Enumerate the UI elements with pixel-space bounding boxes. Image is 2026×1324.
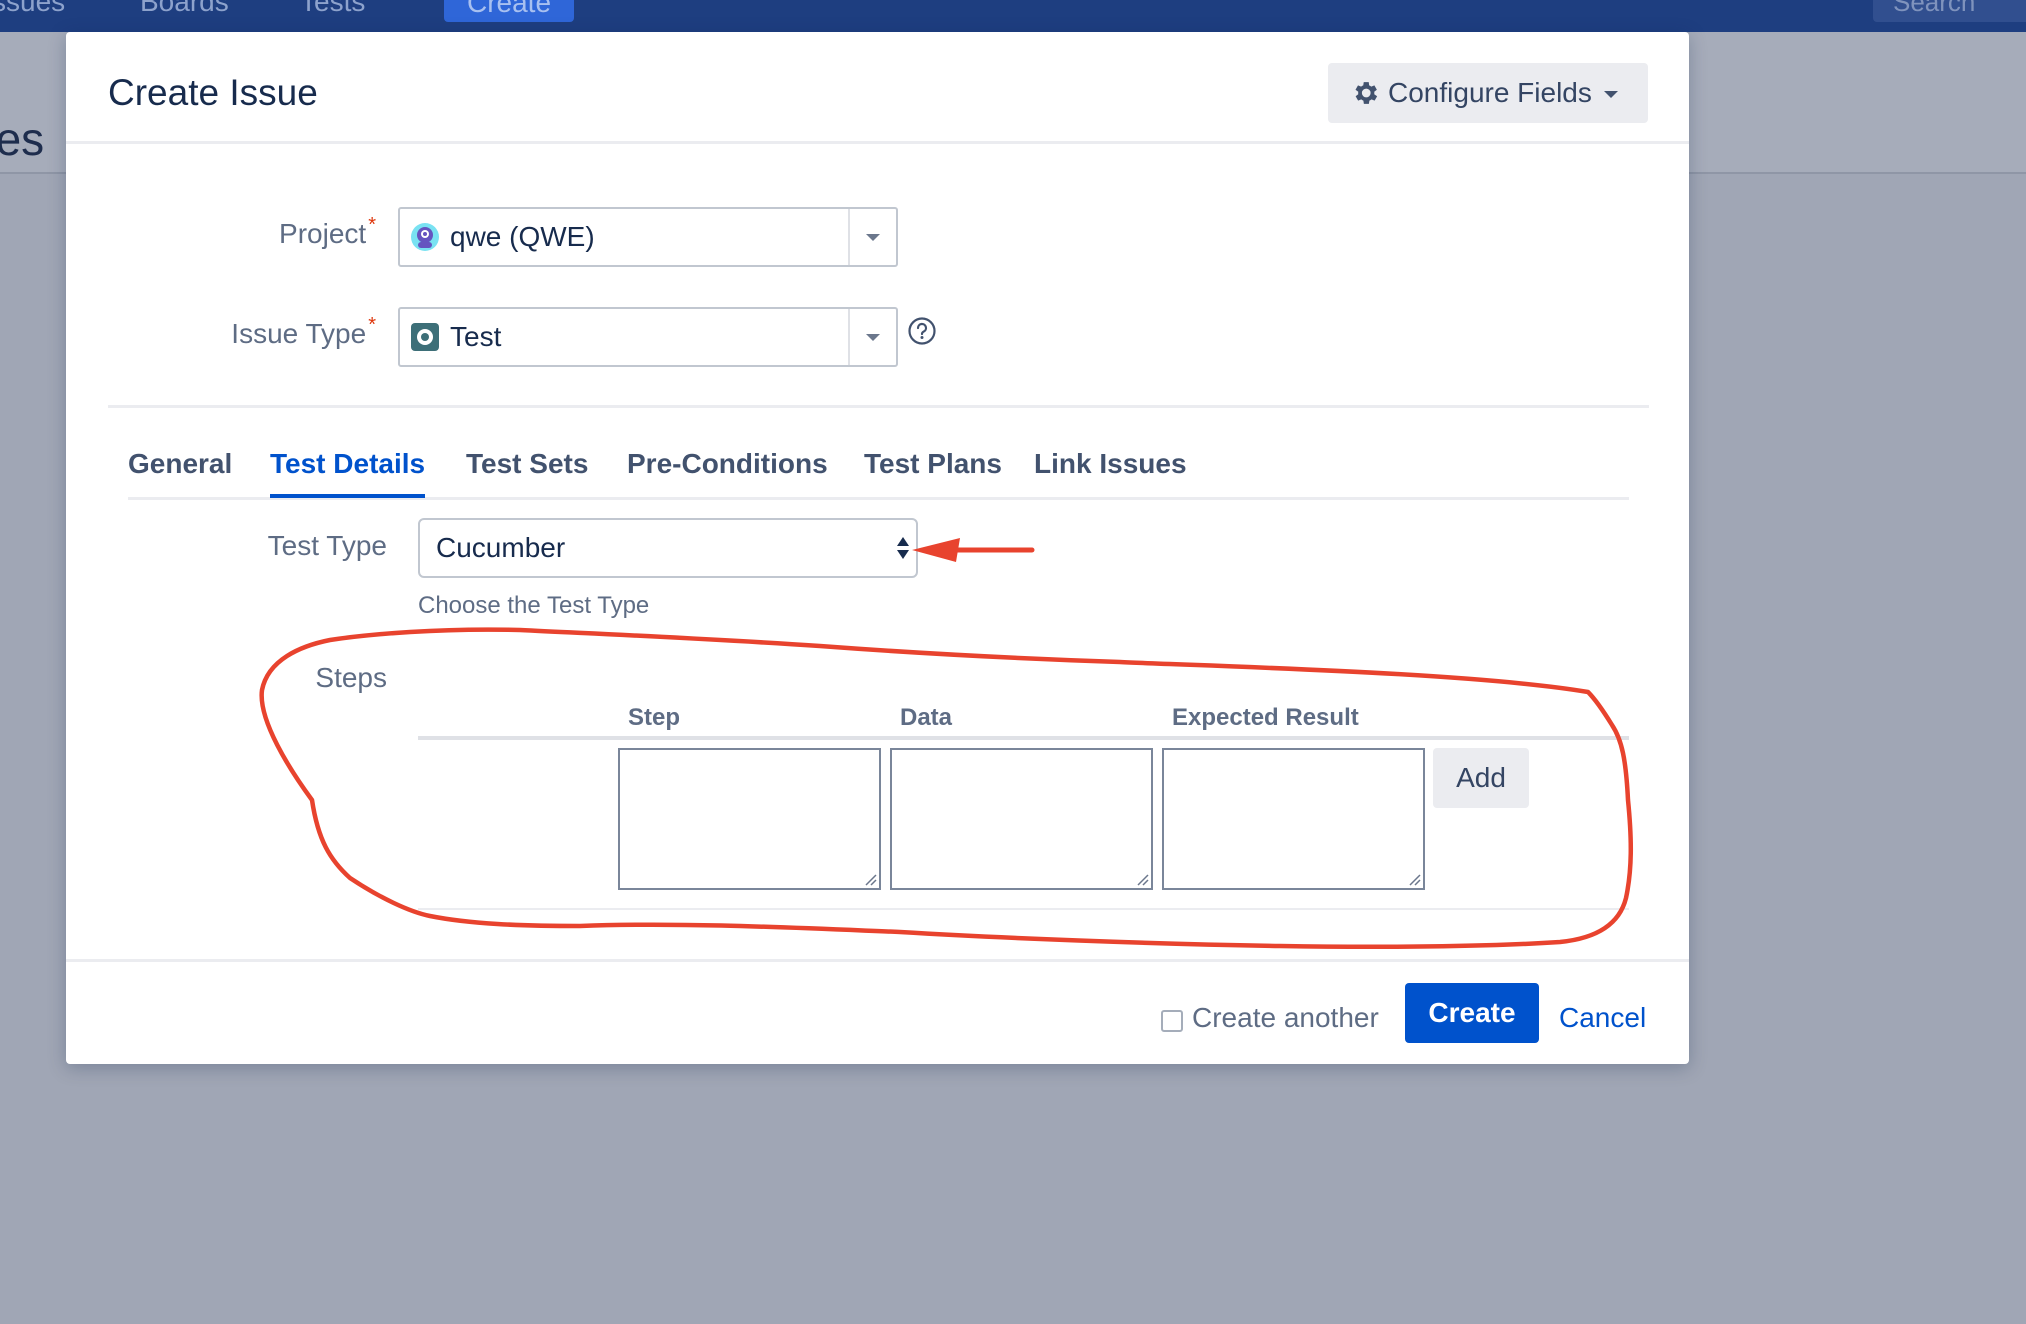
issue-type-select[interactable]: Test	[398, 307, 898, 367]
data-textarea[interactable]	[890, 748, 1153, 890]
project-select[interactable]: qwe (QWE)	[398, 207, 898, 267]
create-button[interactable]: Create	[1405, 983, 1539, 1043]
issue-type-select-value: Test	[410, 309, 501, 365]
steps-table-header: Step Data Expected Result	[418, 682, 1629, 740]
step-textarea[interactable]	[618, 748, 881, 890]
tab-test-sets[interactable]: Test Sets	[466, 448, 588, 480]
create-another-label[interactable]: Create another	[1192, 1002, 1379, 1034]
expected-result-textarea[interactable]	[1162, 748, 1425, 890]
nav-search-input[interactable]: Search	[1873, 0, 2026, 22]
chevron-down-icon	[1603, 90, 1618, 98]
tab-general[interactable]: General	[128, 448, 232, 480]
test-type-value: Cucumber	[436, 532, 566, 563]
column-header-data: Data	[900, 704, 953, 731]
dialog-title: Create Issue	[108, 72, 318, 113]
issue-type-value-text: Test	[450, 321, 502, 352]
resize-grip-icon[interactable]	[863, 872, 877, 886]
column-header-expected-result: Expected Result	[1172, 704, 1359, 731]
configure-fields-label: Configure Fields	[1388, 77, 1592, 108]
tab-test-plans[interactable]: Test Plans	[864, 448, 1002, 480]
test-type-description: Choose the Test Type	[418, 592, 650, 619]
resize-grip-icon[interactable]	[1407, 872, 1421, 886]
resize-grip-icon[interactable]	[1135, 872, 1149, 886]
nav-item-issues[interactable]: ssues	[0, 0, 65, 18]
required-marker: *	[368, 214, 376, 236]
select-arrows-icon	[897, 537, 909, 559]
issue-type-field-label: Issue Type *	[66, 314, 376, 350]
project-select-value: qwe (QWE)	[410, 209, 595, 265]
project-value-text: qwe (QWE)	[450, 221, 595, 252]
tab-test-details[interactable]: Test Details	[270, 448, 425, 480]
create-issue-dialog: Create Issue Configure Fields Project * q…	[66, 32, 1689, 1064]
cancel-link[interactable]: Cancel	[1559, 1002, 1646, 1034]
dialog-header: Create Issue Configure Fields	[66, 32, 1689, 144]
required-marker: *	[368, 314, 376, 336]
project-avatar-icon	[411, 223, 439, 251]
test-type-label: Test Type	[267, 530, 387, 561]
help-icon[interactable]	[907, 316, 937, 346]
test-issue-type-icon	[411, 323, 439, 351]
nav-item-boards[interactable]: Boards	[140, 0, 229, 18]
tab-pre-conditions[interactable]: Pre-Conditions	[627, 448, 828, 480]
create-another-checkbox[interactable]	[1161, 1010, 1183, 1032]
active-tab-indicator	[270, 494, 425, 498]
background-page-title: ues	[0, 113, 45, 165]
top-navigation-bar: ssues Boards Tests Create Search	[0, 0, 2026, 32]
issue-type-label-text: Issue Type	[231, 318, 367, 349]
configure-fields-button[interactable]: Configure Fields	[1328, 63, 1648, 123]
chevron-down-icon	[866, 233, 880, 241]
test-type-select[interactable]: Cucumber	[418, 518, 918, 578]
chevron-down-icon	[866, 333, 880, 341]
steps-label: Steps	[315, 662, 387, 693]
column-header-step: Step	[628, 704, 681, 731]
project-field-label: Project *	[66, 214, 376, 250]
tab-link-issues[interactable]: Link Issues	[1034, 448, 1187, 480]
nav-create-button[interactable]: Create	[444, 0, 574, 22]
gear-icon	[1355, 82, 1378, 104]
add-step-button[interactable]: Add	[1433, 748, 1529, 808]
section-divider	[108, 405, 1649, 408]
tab-bar: General Test Details Test Sets Pre-Condi…	[128, 440, 1629, 500]
steps-table-bottom-border	[418, 908, 1629, 910]
issue-type-dropdown-toggle[interactable]	[848, 309, 896, 365]
nav-item-tests[interactable]: Tests	[300, 0, 365, 18]
dialog-footer: Create another Create Cancel	[66, 959, 1689, 1064]
project-label-text: Project	[279, 218, 367, 249]
project-dropdown-toggle[interactable]	[848, 209, 896, 265]
